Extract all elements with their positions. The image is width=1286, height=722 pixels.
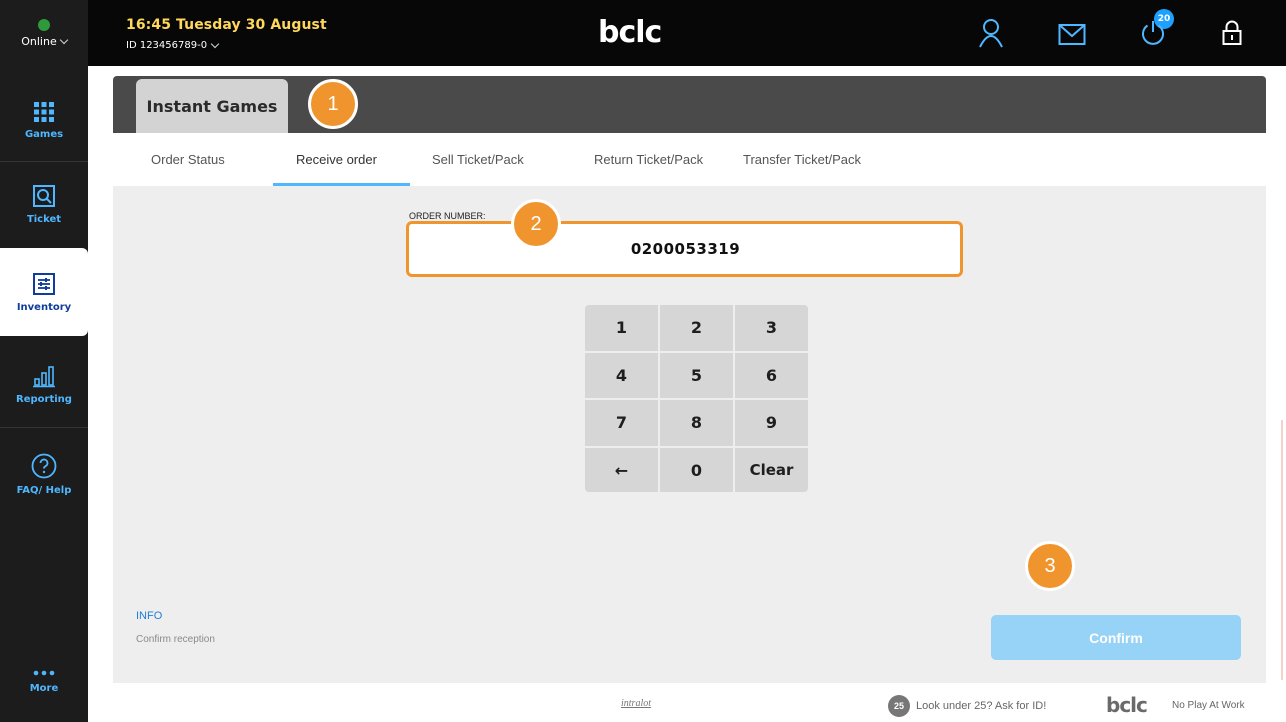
help-circle-icon	[31, 453, 57, 478]
subtab-order-status[interactable]: Order Status	[151, 152, 225, 167]
online-status-row: Online	[21, 34, 68, 48]
tab-instant-games[interactable]: Instant Games	[136, 79, 288, 133]
power-icon[interactable]	[1140, 20, 1166, 46]
user-id-label: ID 123456789-0	[126, 40, 208, 51]
chevron-down-icon	[210, 39, 220, 49]
keypad-key-5[interactable]: 5	[660, 352, 733, 398]
user-icon[interactable]	[978, 18, 1004, 48]
keypad-key-2[interactable]: 2	[660, 305, 733, 351]
subtab-transfer-ticket-pack[interactable]: Transfer Ticket/Pack	[743, 152, 861, 167]
keypad-key-7[interactable]: 7	[585, 400, 658, 446]
footer-slogan: No Play At Work	[1172, 700, 1245, 711]
numeric-keypad: 1 2 3 4 5 6 7 8 9 ← 0 Clear	[585, 305, 808, 492]
sidebar: Online Games Ticket Inventory Reporting …	[0, 0, 88, 722]
subtab-sell-ticket-pack[interactable]: Sell Ticket/Pack	[432, 152, 524, 167]
keypad-key-9[interactable]: 9	[735, 400, 808, 446]
datetime-label: 16:45 Tuesday 30 August	[126, 17, 327, 33]
user-id-selector[interactable]: ID 123456789-0	[126, 39, 220, 51]
sidebar-item-inventory[interactable]: Inventory	[0, 248, 88, 336]
age-25-badge-icon: 25	[888, 695, 910, 717]
online-status-label: Online	[21, 34, 57, 48]
keypad-backspace-key[interactable]: ←	[585, 447, 658, 492]
sidebar-item-games[interactable]: Games	[0, 80, 88, 160]
step-callout-3: 3	[1025, 541, 1075, 591]
sidebar-item-label: Games	[24, 128, 64, 140]
sidebar-divider	[0, 427, 88, 428]
info-text: Confirm reception	[136, 634, 215, 645]
keypad-key-1[interactable]: 1	[585, 305, 658, 351]
sidebar-item-reporting[interactable]: Reporting	[0, 344, 88, 424]
sidebar-item-label: Reporting	[16, 393, 72, 405]
keypad-key-8[interactable]: 8	[660, 400, 733, 446]
sidebar-item-more[interactable]: More	[0, 656, 88, 706]
order-number-input[interactable]: 0200053319	[418, 229, 953, 269]
keypad-key-3[interactable]: 3	[735, 305, 808, 351]
online-status-selector[interactable]: Online	[0, 0, 88, 66]
sidebar-item-faq-help[interactable]: FAQ/ Help	[0, 434, 88, 514]
sidebar-item-label: FAQ/ Help	[16, 484, 72, 496]
info-title: INFO	[136, 610, 163, 622]
ticket-search-icon	[33, 184, 55, 207]
sidebar-item-label: Ticket	[26, 213, 62, 225]
mail-icon[interactable]	[1058, 22, 1086, 46]
keypad-clear-key[interactable]: Clear	[735, 447, 808, 492]
footer-bclc-logo: bclc	[1106, 693, 1148, 717]
keypad-key-4[interactable]: 4	[585, 352, 658, 398]
sidebar-item-label: Inventory	[16, 301, 72, 313]
sidebar-item-label: More	[29, 682, 59, 694]
edge-decoration	[1281, 420, 1283, 680]
age-check-notice: 25 Look under 25? Ask for ID!	[888, 695, 1046, 717]
step-callout-2: 2	[511, 199, 561, 249]
top-bar: 16:45 Tuesday 30 August ID 123456789-0 b…	[88, 0, 1286, 66]
app-root: Online Games Ticket Inventory Reporting …	[0, 0, 1286, 722]
online-status-dot	[38, 18, 50, 31]
subtab-receive-order[interactable]: Receive order	[296, 152, 377, 167]
bclc-logo: bclc	[598, 15, 662, 50]
keypad-key-0[interactable]: 0	[660, 447, 733, 492]
lock-icon[interactable]	[1222, 20, 1242, 46]
inventory-sliders-icon	[33, 272, 55, 295]
bar-chart-icon	[33, 365, 55, 387]
more-dots-icon	[33, 670, 55, 675]
order-number-label: ORDER NUMBER:	[409, 211, 486, 221]
sidebar-divider	[0, 161, 88, 162]
sidebar-item-ticket[interactable]: Ticket	[0, 164, 88, 244]
step-callout-1: 1	[308, 79, 358, 129]
keypad-key-6[interactable]: 6	[735, 352, 808, 398]
grid-icon	[34, 101, 54, 122]
intralot-logo: intralot	[621, 698, 652, 709]
confirm-button[interactable]: Confirm	[991, 615, 1241, 660]
chevron-down-icon	[59, 35, 68, 44]
age-check-text: Look under 25? Ask for ID!	[916, 700, 1047, 712]
subtab-return-ticket-pack[interactable]: Return Ticket/Pack	[594, 152, 703, 167]
